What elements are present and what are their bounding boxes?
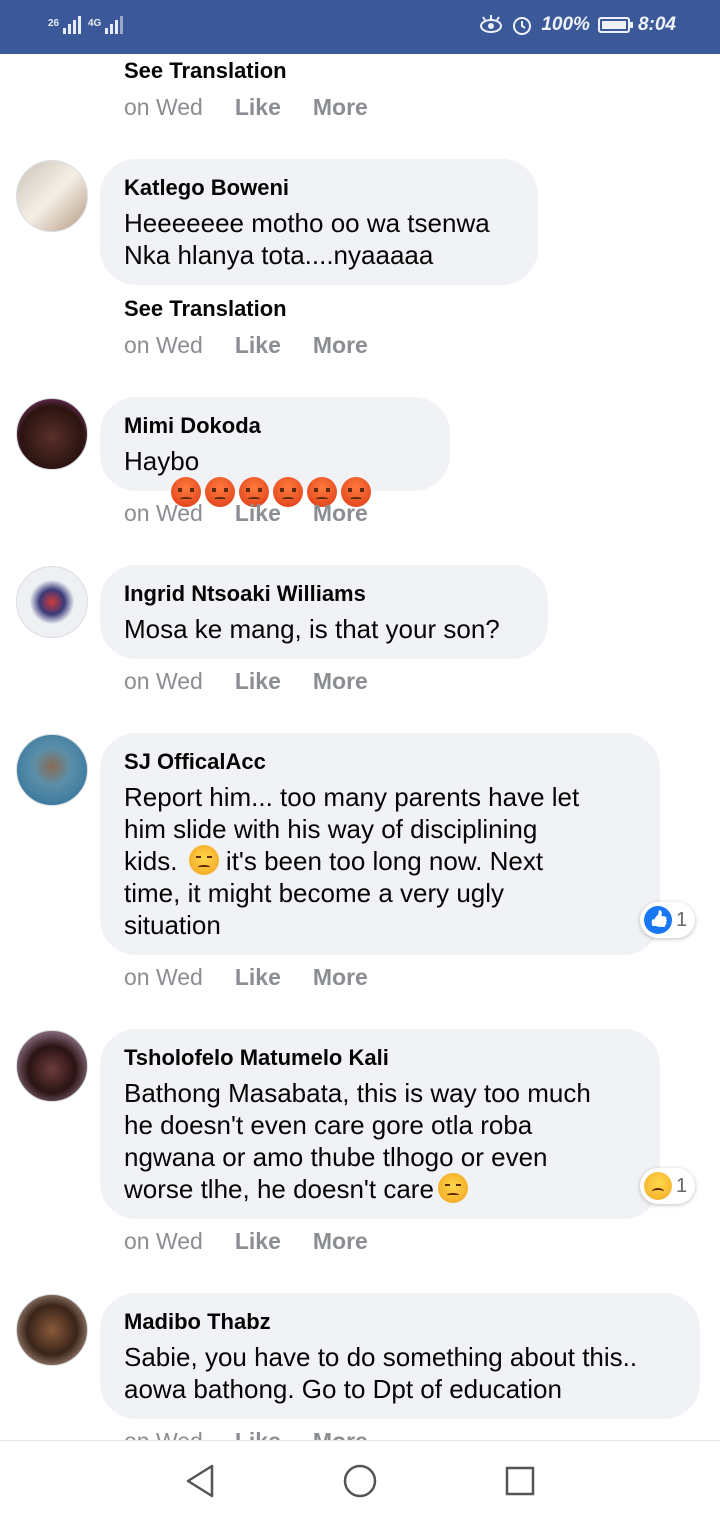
comment-meta: on Wed Like More [124,94,368,121]
comment-time: on Wed [124,668,203,694]
like-link[interactable]: Like [235,1428,281,1440]
comment-time: on Wed [124,1228,203,1254]
comment-bubble[interactable]: Mimi Dokoda Haybo [100,397,450,507]
comment-author[interactable]: Ingrid Ntsoaki Williams [124,581,524,607]
comment-meta: on Wed Like More [124,500,368,527]
comment-text: Heeeeeee motho oo wa tsenwa Nka hlanya t… [124,208,490,270]
comment-time: on Wed [124,964,203,990]
comment-time: on Wed [124,1428,203,1440]
comment-meta: on Wed Like More [124,332,368,359]
like-link[interactable]: Like [235,94,281,121]
comment-text: Haybo [124,446,200,476]
avatar[interactable] [16,1294,88,1366]
like-link[interactable]: Like [235,964,281,991]
like-link[interactable]: Like [235,332,281,359]
alarm-clock-icon [513,17,532,35]
comment-author[interactable]: Madibo Thabz [124,1309,676,1335]
comment-author[interactable]: Mimi Dokoda [124,413,426,439]
comment-text-row: Bathong Masabata, this is way too much h… [124,1077,636,1205]
comment-text-continued: it's been too long now. Next time, it mi… [124,846,544,940]
avatar[interactable] [16,398,88,470]
clock-time: 8:04 [637,14,676,35]
comment-author[interactable]: Tsholofelo Matumelo Kali [124,1045,636,1071]
reaction-summary[interactable]: 1 [640,1168,696,1204]
battery-fill [601,21,626,29]
system-navigation-bar [0,1440,720,1521]
status-bar: 26 4G 100% 8:04 [0,0,720,54]
comment-bubble[interactable]: Ingrid Ntsoaki Williams Mosa ke mang, is… [100,565,548,659]
comment-text: Sabie, you have to do something about th… [124,1342,638,1404]
comment-text-row: Report him... too many parents have let … [124,781,636,941]
signal-bars-icon [62,16,81,34]
reaction-count: 1 [676,908,688,931]
comment-meta: on Wed Like More [124,668,368,695]
like-link[interactable]: Like [235,668,281,695]
signal-strength-1: 26 [48,14,84,34]
signal-bars-icon [105,16,124,34]
comment-bubble[interactable]: Madibo Thabz Sabie, you have to do somet… [100,1293,700,1419]
pensive-face-icon [188,845,219,875]
recents-button[interactable] [500,1461,540,1501]
battery-percent: 100% [541,14,590,35]
reaction-summary[interactable]: 1 [640,902,696,938]
like-link[interactable]: Like [235,1228,281,1255]
see-translation-link[interactable]: See Translation [124,296,287,322]
comment-time: on Wed [124,500,203,526]
avatar[interactable] [16,160,88,232]
battery-icon [597,17,633,33]
comment-author[interactable]: Katlego Boweni [124,175,514,201]
comment-bubble[interactable]: SJ OfficalAcc Report him... too many par… [100,733,660,955]
comment-time: on Wed [124,332,203,358]
comment-bubble[interactable]: Katlego Boweni Heeeeeee motho oo wa tsen… [100,159,538,285]
home-button[interactable] [340,1461,380,1501]
more-link[interactable]: More [313,94,368,121]
comment-bubble[interactable]: Tsholofelo Matumelo Kali Bathong Masabat… [100,1029,660,1219]
avatar[interactable] [16,734,88,806]
more-link[interactable]: More [313,500,368,527]
comment-text: Mosa ke mang, is that your son? [124,614,500,644]
like-reaction-icon [644,906,672,934]
reaction-count: 1 [676,1174,688,1197]
comment-meta: on Wed Like More [124,1428,368,1440]
avatar[interactable] [16,566,88,638]
comment-author[interactable]: SJ OfficalAcc [124,749,636,775]
comment-meta: on Wed Like More [124,1228,368,1255]
like-link[interactable]: Like [235,500,281,527]
comment-meta: on Wed Like More [124,964,368,991]
home-circle-icon [343,1464,377,1498]
more-link[interactable]: More [313,332,368,359]
back-button[interactable] [180,1461,220,1501]
more-link[interactable]: More [313,1428,368,1440]
status-right: 100% 8:04 [479,14,676,36]
comment-text: Bathong Masabata, this is way too much h… [124,1078,591,1204]
signal-1-label: 26 [48,18,60,29]
more-link[interactable]: More [313,964,368,991]
disappointed-face-icon [437,1173,468,1203]
signal-strength-2: 4G [88,14,126,34]
avatar[interactable] [16,1030,88,1102]
more-link[interactable]: More [313,1228,368,1255]
recents-square-icon [505,1466,535,1496]
back-triangle-icon [186,1464,214,1498]
signal-2-label: 4G [88,18,102,29]
comment-time: on Wed [124,94,203,120]
see-translation-link[interactable]: See Translation [124,58,287,84]
sad-reaction-icon [644,1172,672,1200]
eye-comfort-icon [480,15,503,33]
more-link[interactable]: More [313,668,368,695]
comments-list[interactable]: See Translation on Wed Like More Katlego… [0,54,720,1440]
